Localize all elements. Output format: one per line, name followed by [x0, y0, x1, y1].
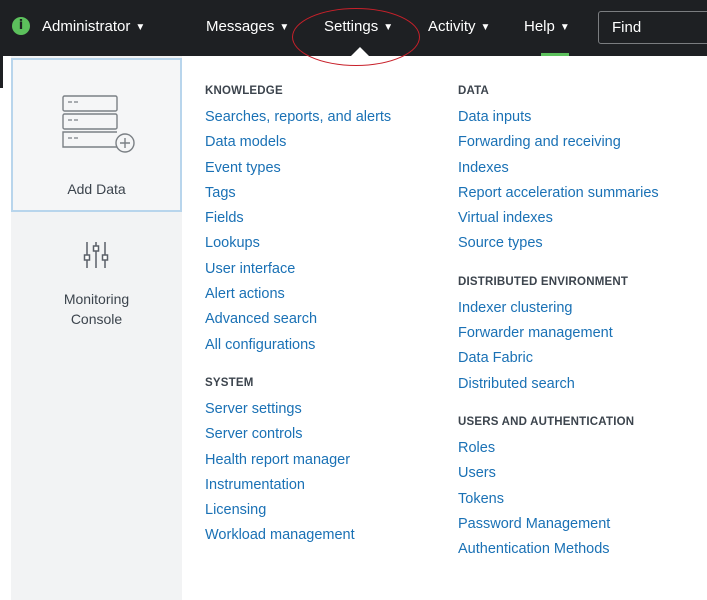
nav-activity[interactable]: Activity ▼	[428, 17, 490, 37]
link-searches-reports-alerts[interactable]: Searches, reports, and alerts	[205, 105, 391, 130]
add-data-button[interactable]: Add Data	[11, 58, 182, 212]
section-title-users-authentication: USERS AND AUTHENTICATION	[458, 415, 635, 428]
nav-help[interactable]: Help ▼	[524, 17, 570, 37]
caret-down-icon: ▼	[480, 22, 491, 33]
link-data-models[interactable]: Data models	[205, 130, 391, 155]
section-title-data: DATA	[458, 85, 490, 97]
link-forwarding-receiving[interactable]: Forwarding and receiving	[458, 130, 659, 155]
caret-down-icon: ▼	[135, 22, 146, 33]
section-title-distributed-environment: DISTRIBUTED ENVIRONMENT	[458, 275, 629, 288]
link-virtual-indexes[interactable]: Virtual indexes	[458, 206, 659, 231]
active-tab-indicator	[541, 53, 569, 56]
link-user-interface[interactable]: User interface	[205, 257, 391, 282]
left-frame	[0, 56, 11, 600]
settings-left-panel: Add Data Monitoring Console	[11, 56, 182, 600]
nav-messages[interactable]: Messages ▼	[206, 17, 289, 37]
nav-settings-label: Settings	[324, 18, 379, 35]
monitoring-console-label: Monitoring Console	[11, 289, 182, 329]
link-indexer-clustering[interactable]: Indexer clustering	[458, 296, 659, 321]
link-event-types[interactable]: Event types	[205, 156, 391, 181]
info-icon[interactable]: i	[12, 17, 30, 35]
link-password-management[interactable]: Password Management	[458, 512, 659, 537]
link-data-fabric[interactable]: Data Fabric	[458, 346, 659, 371]
link-workload-management[interactable]: Workload management	[205, 523, 391, 548]
sliders-icon	[83, 242, 109, 268]
link-licensing[interactable]: Licensing	[205, 498, 391, 523]
menu-column-left: KNOWLEDGE Searches, reports, and alerts …	[205, 82, 391, 549]
section-title-knowledge: KNOWLEDGE	[205, 85, 283, 97]
caret-down-icon: ▼	[559, 22, 570, 33]
link-server-settings[interactable]: Server settings	[205, 397, 391, 422]
caret-down-icon: ▼	[279, 22, 290, 33]
link-indexes[interactable]: Indexes	[458, 156, 659, 181]
nav-messages-label: Messages	[206, 18, 275, 35]
link-roles[interactable]: Roles	[458, 436, 659, 461]
monitoring-label-line2: Console	[70, 311, 123, 327]
link-report-acceleration-summaries[interactable]: Report acceleration summaries	[458, 181, 659, 206]
nav-settings[interactable]: Settings ▼	[324, 17, 393, 37]
add-data-label: Add Data	[67, 181, 126, 197]
section-title-system: SYSTEM	[205, 376, 254, 389]
link-tags[interactable]: Tags	[205, 181, 391, 206]
monitoring-console-button[interactable]: Monitoring Console	[11, 232, 182, 342]
link-data-inputs[interactable]: Data inputs	[458, 105, 659, 130]
menu-pointer-arrow	[350, 47, 370, 57]
monitoring-label-line1: Monitoring	[63, 291, 130, 307]
link-distributed-search[interactable]: Distributed search	[458, 372, 659, 397]
nav-administrator-label: Administrator	[42, 18, 131, 35]
link-lookups[interactable]: Lookups	[205, 231, 391, 256]
link-alert-actions[interactable]: Alert actions	[205, 282, 391, 307]
link-instrumentation[interactable]: Instrumentation	[205, 473, 391, 498]
link-authentication-methods[interactable]: Authentication Methods	[458, 537, 659, 562]
link-users[interactable]: Users	[458, 461, 659, 486]
caret-down-icon: ▼	[383, 22, 394, 33]
link-tokens[interactable]: Tokens	[458, 487, 659, 512]
link-fields[interactable]: Fields	[205, 206, 391, 231]
find-input[interactable]	[598, 11, 707, 44]
server-add-icon	[62, 95, 135, 153]
nav-activity-label: Activity	[428, 18, 476, 35]
link-forwarder-management[interactable]: Forwarder management	[458, 321, 659, 346]
link-all-configurations[interactable]: All configurations	[205, 333, 391, 358]
link-advanced-search[interactable]: Advanced search	[205, 307, 391, 332]
nav-help-label: Help	[524, 18, 555, 35]
link-health-report-manager[interactable]: Health report manager	[205, 448, 391, 473]
nav-administrator[interactable]: Administrator ▼	[42, 17, 145, 37]
menu-column-right: DATA Data inputs Forwarding and receivin…	[458, 82, 659, 562]
link-source-types[interactable]: Source types	[458, 231, 659, 256]
link-server-controls[interactable]: Server controls	[205, 422, 391, 447]
